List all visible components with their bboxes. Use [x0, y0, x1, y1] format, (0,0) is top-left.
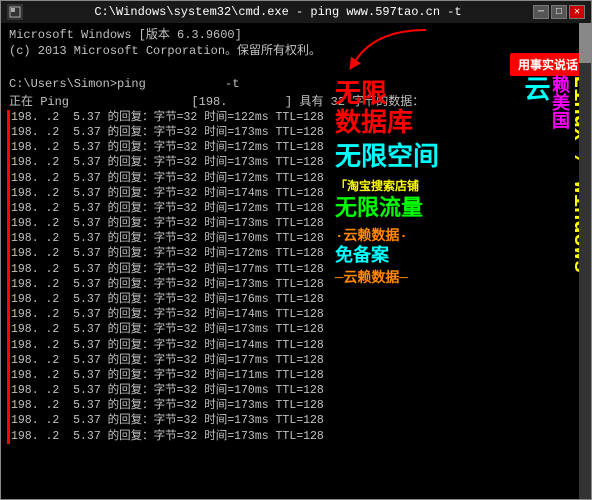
maximize-button[interactable]: □	[551, 5, 567, 19]
ping-row-text: 198. .2 5.37 的回复：字节=32 时间=174ms TTL=128	[7, 186, 324, 201]
window-controls: ─ □ ✕	[533, 5, 585, 19]
ping-row-text: 198. .2 5.37 的回复：字节=32 时间=172ms TTL=128	[7, 171, 324, 186]
table-row: 198. .2 5.37 的回复：字节=32 时间=173ms TTL=128	[7, 322, 585, 337]
table-row: 198. .2 5.37 的回复：字节=32 时间=173ms TTL=128	[7, 277, 585, 292]
table-row: 198. .2 5.37 的回复：字节=32 时间=172ms TTL=128	[7, 171, 585, 186]
table-row: 198. .2 5.37 的回复：字节=32 时间=173ms TTL=128	[7, 155, 585, 170]
header-line4: C:\Users\Simon>ping -t	[7, 76, 585, 92]
console-content: Microsoft Windows [版本 6.3.9600] (c) 2013…	[1, 23, 591, 499]
close-button[interactable]: ✕	[569, 5, 585, 19]
ping-rows: 198. .2 5.37 的回复：字节=32 时间=122ms TTL=1281…	[7, 110, 585, 444]
red-bar-icon	[7, 383, 10, 398]
red-bar-icon	[7, 368, 10, 383]
red-bar-icon	[7, 171, 10, 186]
ping-row-text: 198. .2 5.37 的回复：字节=32 时间=177ms TTL=128	[7, 353, 324, 368]
ping-row-text: 198. .2 5.37 的回复：字节=32 时间=173ms TTL=128	[7, 277, 324, 292]
red-bar-icon	[7, 155, 10, 170]
table-row: 198. .2 5.37 的回复：字节=32 时间=173ms TTL=128	[7, 216, 585, 231]
ping-row-text: 198. .2 5.37 的回复：字节=32 时间=173ms TTL=128	[7, 125, 324, 140]
table-row: 198. .2 5.37 的回复：字节=32 时间=177ms TTL=128	[7, 262, 585, 277]
ping-row-text: 198. .2 5.37 的回复：字节=32 时间=177ms TTL=128	[7, 262, 324, 277]
table-row: 198. .2 5.37 的回复：字节=32 时间=172ms TTL=128	[7, 201, 585, 216]
scrollbar-thumb[interactable]	[579, 23, 591, 63]
title-bar: C:\Windows\system32\cmd.exe - ping www.5…	[1, 1, 591, 23]
ping-row-text: 198. .2 5.37 的回复：字节=32 时间=170ms TTL=128	[7, 231, 324, 246]
table-row: 198. .2 5.37 的回复：字节=32 时间=173ms TTL=128	[7, 429, 585, 444]
scrollbar[interactable]	[579, 23, 591, 499]
red-bar-icon	[7, 353, 10, 368]
table-row: 198. .2 5.37 的回复：字节=32 时间=170ms TTL=128	[7, 231, 585, 246]
table-row: 198. .2 5.37 的回复：字节=32 时间=176ms TTL=128	[7, 292, 585, 307]
table-row: 198. .2 5.37 的回复：字节=32 时间=174ms TTL=128	[7, 186, 585, 201]
table-row: 198. .2 5.37 的回复：字节=32 时间=173ms TTL=128	[7, 398, 585, 413]
ping-row-text: 198. .2 5.37 的回复：字节=32 时间=172ms TTL=128	[7, 246, 324, 261]
ping-row-text: 198. .2 5.37 的回复：字节=32 时间=173ms TTL=128	[7, 398, 324, 413]
table-row: 198. .2 5.37 的回复：字节=32 时间=177ms TTL=128	[7, 353, 585, 368]
table-row: 198. .2 5.37 的回复：字节=32 时间=172ms TTL=128	[7, 246, 585, 261]
red-bar-icon	[7, 110, 10, 125]
ping-row-text: 198. .2 5.37 的回复：字节=32 时间=173ms TTL=128	[7, 413, 324, 428]
header-section: Microsoft Windows [版本 6.3.9600] (c) 2013…	[7, 27, 585, 92]
ping-row-text: 198. .2 5.37 的回复：字节=32 时间=174ms TTL=128	[7, 307, 324, 322]
table-row: 198. .2 5.37 的回复：字节=32 时间=172ms TTL=128	[7, 140, 585, 155]
ping-row-text: 198. .2 5.37 的回复：字节=32 时间=170ms TTL=128	[7, 383, 324, 398]
ping-row-text: 198. .2 5.37 的回复：字节=32 时间=172ms TTL=128	[7, 140, 324, 155]
red-bar-icon	[7, 292, 10, 307]
header-line3	[7, 59, 585, 75]
red-bar-icon	[7, 231, 10, 246]
red-bar-icon	[7, 398, 10, 413]
ping-row-text: 198. .2 5.37 的回复：字节=32 时间=173ms TTL=128	[7, 216, 324, 231]
table-row: 198. .2 5.37 的回复：字节=32 时间=174ms TTL=128	[7, 338, 585, 353]
minimize-button[interactable]: ─	[533, 5, 549, 19]
red-bar-icon	[7, 140, 10, 155]
table-row: 198. .2 5.37 的回复：字节=32 时间=173ms TTL=128	[7, 125, 585, 140]
ping-row-text: 198. .2 5.37 的回复：字节=32 时间=173ms TTL=128	[7, 322, 324, 337]
red-bar-icon	[7, 338, 10, 353]
table-row: 198. .2 5.37 的回复：字节=32 时间=122ms TTL=128	[7, 110, 585, 125]
table-row: 198. .2 5.37 的回复：字节=32 时间=174ms TTL=128	[7, 307, 585, 322]
header-line1: Microsoft Windows [版本 6.3.9600]	[7, 27, 585, 43]
red-bar-icon	[7, 429, 10, 444]
red-bar-icon	[7, 413, 10, 428]
header-line2: (c) 2013 Microsoft Corporation。保留所有权利。	[7, 43, 585, 59]
window-icon	[7, 4, 23, 20]
ping-row-text: 198. .2 5.37 的回复：字节=32 时间=173ms TTL=128	[7, 429, 324, 444]
ping-row-text: 198. .2 5.37 的回复：字节=32 时间=122ms TTL=128	[7, 110, 324, 125]
red-bar-icon	[7, 186, 10, 201]
red-bar-icon	[7, 246, 10, 261]
red-bar-icon	[7, 262, 10, 277]
red-bar-icon	[7, 322, 10, 337]
red-bar-icon	[7, 307, 10, 322]
table-row: 198. .2 5.37 的回复：字节=32 时间=171ms TTL=128	[7, 368, 585, 383]
red-bar-icon	[7, 277, 10, 292]
ping-row-text: 198. .2 5.37 的回复：字节=32 时间=176ms TTL=128	[7, 292, 324, 307]
ping-row-text: 198. .2 5.37 的回复：字节=32 时间=172ms TTL=128	[7, 201, 324, 216]
red-bar-icon	[7, 216, 10, 231]
red-bar-icon	[7, 125, 10, 140]
window-title: C:\Windows\system32\cmd.exe - ping www.5…	[23, 5, 533, 19]
red-bar-icon	[7, 201, 10, 216]
ping-status-line: 正在 Ping [198. ] 具有 32 字节的数据：	[7, 94, 585, 110]
table-row: 198. .2 5.37 的回复：字节=32 时间=170ms TTL=128	[7, 383, 585, 398]
cmd-window: C:\Windows\system32\cmd.exe - ping www.5…	[0, 0, 592, 500]
table-row: 198. .2 5.37 的回复：字节=32 时间=173ms TTL=128	[7, 413, 585, 428]
ping-row-text: 198. .2 5.37 的回复：字节=32 时间=174ms TTL=128	[7, 338, 324, 353]
ping-row-text: 198. .2 5.37 的回复：字节=32 时间=173ms TTL=128	[7, 155, 324, 170]
ping-row-text: 198. .2 5.37 的回复：字节=32 时间=171ms TTL=128	[7, 368, 324, 383]
